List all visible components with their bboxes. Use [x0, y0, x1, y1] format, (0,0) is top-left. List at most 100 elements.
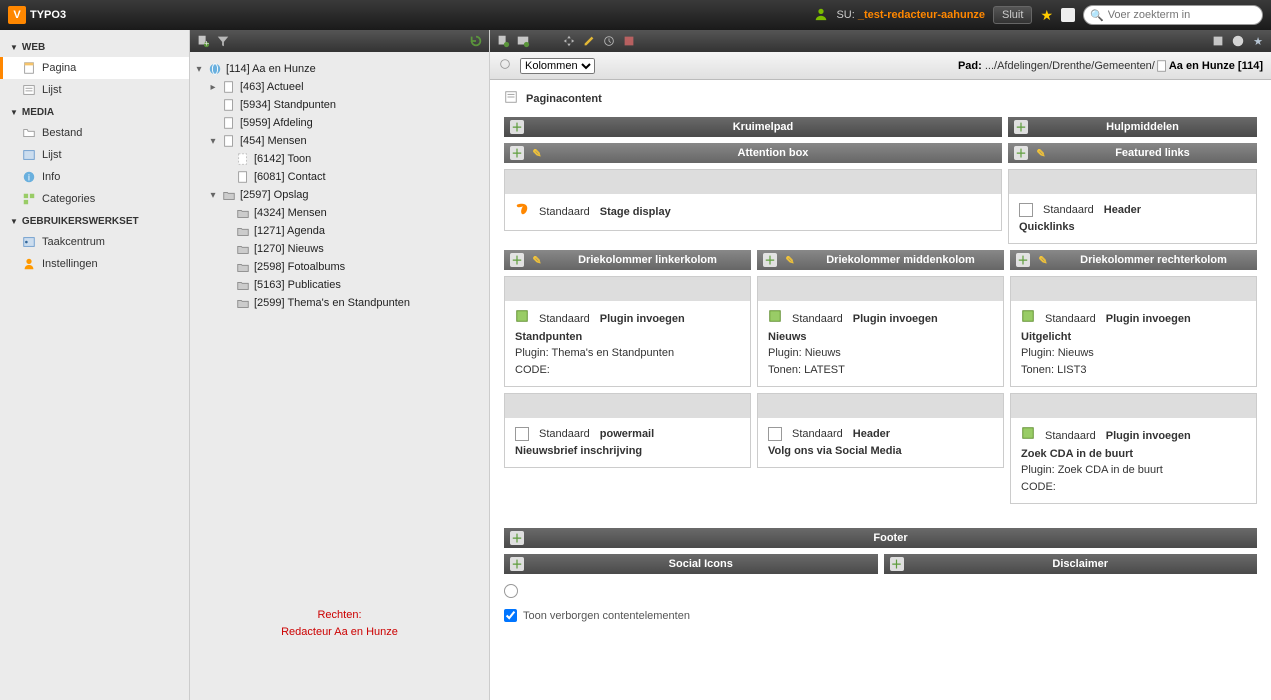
- edit-col-icon[interactable]: ✎: [530, 146, 544, 160]
- chevron-down-icon[interactable]: ▾: [208, 190, 218, 201]
- edit-col-icon[interactable]: ✎: [783, 253, 797, 267]
- content-element[interactable]: Standaard powermail Nieuwsbrief inschrij…: [504, 393, 751, 468]
- tree-node[interactable]: [4324] Mensen: [194, 204, 485, 222]
- su-username[interactable]: _test-redacteur-aahunze: [858, 9, 985, 21]
- content-area: ★ Kolommen Pad: .../Afdelingen/Drenthe/G…: [490, 30, 1271, 700]
- module-media-lijst[interactable]: Lijst: [0, 144, 189, 166]
- tree-node[interactable]: [1270] Nieuws: [194, 240, 485, 258]
- move-icon[interactable]: [562, 34, 576, 48]
- content-element[interactable]: Standaard Header Quicklinks: [1008, 169, 1257, 244]
- hidden-toggle[interactable]: Toon verborgen contentelementen: [504, 609, 1257, 622]
- bookmark-icon[interactable]: ★: [1251, 34, 1265, 48]
- page-icon: [222, 80, 236, 94]
- search-box[interactable]: 🔍: [1083, 5, 1263, 25]
- add-content-icon[interactable]: ＋: [1014, 120, 1028, 134]
- folder-icon: [22, 126, 36, 140]
- svg-text:i: i: [28, 173, 30, 184]
- add-content-icon[interactable]: ＋: [763, 253, 777, 267]
- content-element[interactable]: Standaard Plugin invoegen Uitgelicht Plu…: [1010, 276, 1257, 387]
- current-page[interactable]: Aa en Hunze [114]: [1169, 59, 1263, 71]
- add-content-icon[interactable]: ＋: [510, 146, 524, 160]
- ce-drag-bar[interactable]: [505, 394, 750, 418]
- tree-node[interactable]: [5959] Afdeling: [194, 114, 485, 132]
- close-button[interactable]: Sluit: [993, 6, 1032, 24]
- add-content-icon[interactable]: ＋: [510, 120, 524, 134]
- new-content-icon[interactable]: [496, 34, 510, 48]
- search-input[interactable]: [1108, 9, 1256, 21]
- plugin-icon: [1021, 426, 1035, 446]
- top-actions: SU: _test-redacteur-aahunze Sluit ★ 🔍: [814, 5, 1263, 25]
- ce-drag-bar[interactable]: [505, 277, 750, 301]
- module-group-media[interactable]: MEDIA: [0, 101, 189, 122]
- filter-icon[interactable]: [216, 34, 230, 48]
- col-disclaimer-header: ＋Disclaimer: [884, 554, 1258, 574]
- content-element[interactable]: Standaard Header Volg ons via Social Med…: [757, 393, 1004, 468]
- clipboard-icon[interactable]: [1061, 8, 1075, 22]
- tree-node[interactable]: [5934] Standpunten: [194, 96, 485, 114]
- edit-icon[interactable]: [582, 34, 596, 48]
- tree-node[interactable]: [5163] Publicaties: [194, 276, 485, 294]
- col-featured-header: ＋✎Featured links: [1008, 143, 1257, 163]
- tree-node[interactable]: ▾[454] Mensen: [194, 132, 485, 150]
- add-content-icon[interactable]: ＋: [510, 253, 524, 267]
- refresh-icon[interactable]: [504, 584, 518, 598]
- tree-node[interactable]: [2599] Thema's en Standpunten: [194, 294, 485, 312]
- col-right-header: ＋✎Driekolommer rechterkolom: [1010, 250, 1257, 270]
- new-content2-icon[interactable]: [516, 34, 530, 48]
- module-instellingen[interactable]: Instellingen: [0, 253, 189, 275]
- new-page-icon[interactable]: +: [196, 34, 210, 48]
- chevron-right-icon[interactable]: ▸: [208, 82, 218, 93]
- col-attention-header: ＋✎Attention box: [504, 143, 1002, 163]
- tree-node[interactable]: [6142] Toon: [194, 150, 485, 168]
- list-icon: [22, 83, 36, 97]
- folder-icon: [236, 278, 250, 292]
- refresh-tree-icon[interactable]: [469, 34, 483, 48]
- module-info[interactable]: iInfo: [0, 166, 189, 188]
- add-content-icon[interactable]: ＋: [510, 531, 524, 545]
- tree-node[interactable]: ▾[2597] Opslag: [194, 186, 485, 204]
- history-icon[interactable]: [602, 34, 616, 48]
- ce-drag-bar[interactable]: [758, 394, 1003, 418]
- tree-node[interactable]: [6081] Contact: [194, 168, 485, 186]
- add-content-icon[interactable]: ＋: [1014, 146, 1028, 160]
- chevron-down-icon[interactable]: ▾: [194, 64, 204, 75]
- add-content-icon[interactable]: ＋: [1016, 253, 1030, 267]
- module-pagina[interactable]: Pagina: [0, 57, 189, 79]
- bookmark-star-icon[interactable]: ★: [1040, 7, 1053, 24]
- content-element[interactable]: Standaard Plugin invoegen Standpunten Pl…: [504, 276, 751, 387]
- edit-col-icon[interactable]: ✎: [1034, 146, 1048, 160]
- add-content-icon[interactable]: ＋: [890, 557, 904, 571]
- ce-drag-bar[interactable]: [1011, 394, 1256, 418]
- ce-drag-bar[interactable]: [505, 170, 1001, 194]
- tree-node-root[interactable]: ▾[114] Aa en Hunze: [194, 60, 485, 78]
- tree-node[interactable]: [2598] Fotoalbums: [194, 258, 485, 276]
- chevron-down-icon[interactable]: ▾: [208, 136, 218, 147]
- module-taakcentrum[interactable]: Taakcentrum: [0, 231, 189, 253]
- content-element[interactable]: Standaard Plugin invoegen Zoek CDA in de…: [1010, 393, 1257, 504]
- module-categories[interactable]: Categories: [0, 188, 189, 210]
- hidden-checkbox[interactable]: [504, 609, 517, 622]
- tree-node[interactable]: [1271] Agenda: [194, 222, 485, 240]
- page-icon: [222, 98, 236, 112]
- top-bar: V TYPO3 SU: _test-redacteur-aahunze Slui…: [0, 0, 1271, 30]
- help-icon[interactable]: [1231, 34, 1245, 48]
- module-bestand[interactable]: Bestand: [0, 122, 189, 144]
- shortcut-icon[interactable]: [1211, 34, 1225, 48]
- module-group-web[interactable]: WEB: [0, 36, 189, 57]
- content-element[interactable]: Standaard Stage display: [504, 169, 1002, 231]
- typo3-plugin-icon: [515, 202, 529, 222]
- layout-selector[interactable]: Kolommen: [520, 58, 595, 74]
- text-ce-icon: [768, 427, 782, 441]
- ce-drag-bar[interactable]: [1011, 277, 1256, 301]
- ce-drag-bar[interactable]: [758, 277, 1003, 301]
- module-group-user[interactable]: GEBRUIKERSWERKSET: [0, 210, 189, 231]
- module-lijst[interactable]: Lijst: [0, 79, 189, 101]
- cache-icon[interactable]: [622, 34, 636, 48]
- ce-drag-bar[interactable]: [1009, 170, 1256, 194]
- user-icon: [814, 7, 828, 24]
- edit-col-icon[interactable]: ✎: [530, 253, 544, 267]
- add-content-icon[interactable]: ＋: [510, 557, 524, 571]
- edit-col-icon[interactable]: ✎: [1036, 253, 1050, 267]
- tree-node[interactable]: ▸[463] Actueel: [194, 78, 485, 96]
- content-element[interactable]: Standaard Plugin invoegen Nieuws Plugin:…: [757, 276, 1004, 387]
